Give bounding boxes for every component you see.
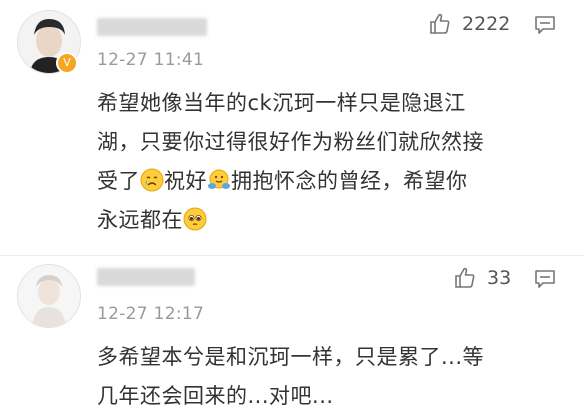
- comment-line: 几年还会回来的...对吧...: [97, 384, 334, 408]
- comment-text-fragment: 拥抱怀念的曾经，希望你: [231, 169, 468, 193]
- like-button[interactable]: 33: [453, 266, 511, 290]
- comment-text: 多希望本兮是和沉珂一样，只是累了...等 几年还会回来的...对吧...: [97, 338, 557, 416]
- comment-icon[interactable]: [534, 269, 556, 289]
- username[interactable]: [97, 18, 207, 36]
- avatar[interactable]: [17, 264, 81, 328]
- comment-line: 多希望本兮是和沉珂一样，只是累了...等: [97, 345, 485, 369]
- comment-line: 希望她像当年的ck沉珂一样只是隐退江: [97, 91, 466, 115]
- comment-text-fragment: 受了: [97, 169, 140, 193]
- hugging-face-icon: [208, 169, 230, 189]
- comment-text-fragment: 永远都在: [97, 208, 183, 232]
- pleading-face-icon: [183, 207, 207, 231]
- comment-line-with-emoji: 受了 祝好 拥抱怀念的曾经，希望你: [97, 162, 557, 201]
- crying-face-icon: [140, 168, 164, 192]
- timestamp: 12-27 12:17: [97, 304, 205, 324]
- timestamp: 12-27 11:41: [97, 50, 205, 70]
- comment-item: V 12-27 11:41 2222 希望她像当年的ck沉珂一样只是隐退江 湖，…: [0, 0, 584, 256]
- comment-text: 希望她像当年的ck沉珂一样只是隐退江 湖，只要你过得很好作为粉丝们就欣然接 受了…: [97, 84, 557, 240]
- username[interactable]: [97, 268, 195, 286]
- like-button[interactable]: 2222: [428, 12, 510, 36]
- comment-line-with-emoji: 永远都在: [97, 201, 557, 240]
- thumbs-up-icon: [430, 13, 450, 34]
- like-count: 33: [487, 267, 512, 289]
- like-count: 2222: [462, 13, 511, 35]
- comment-line: 湖，只要你过得很好作为粉丝们就欣然接: [97, 130, 484, 154]
- thumbs-up-icon: [455, 267, 475, 288]
- verified-badge-icon: V: [56, 52, 78, 74]
- comment-icon[interactable]: [534, 15, 556, 35]
- comment-item: 12-27 12:17 33 多希望本兮是和沉珂一样，只是累了...等 几年还会…: [0, 256, 584, 413]
- comment-text-fragment: 祝好: [164, 169, 207, 193]
